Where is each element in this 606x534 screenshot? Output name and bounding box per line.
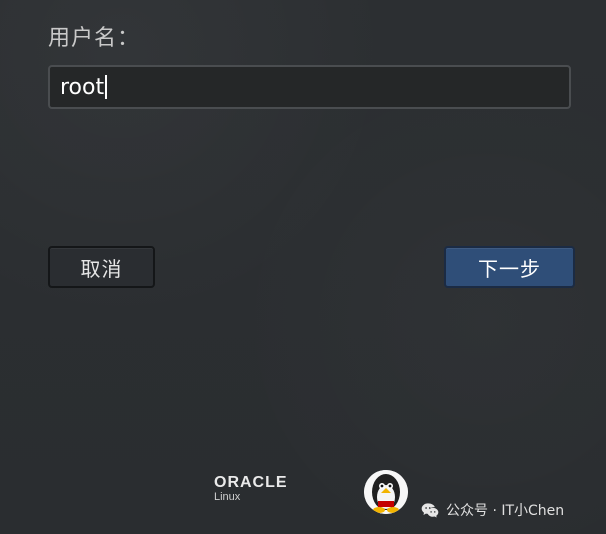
username-value: root (60, 74, 105, 100)
watermark: 公众号 · IT小Chen (420, 500, 564, 520)
oracle-linux-logo: ORACLE Linux (214, 474, 309, 514)
cancel-button[interactable]: 取消 (48, 246, 155, 288)
oracle-wordmark: ORACLE (214, 474, 288, 491)
linux-subtitle: Linux (214, 491, 241, 503)
text-cursor (105, 75, 108, 99)
username-input[interactable]: root (48, 65, 571, 109)
username-label: 用户名： (48, 26, 141, 51)
tux-icon (364, 470, 408, 514)
next-button[interactable]: 下一步 (444, 246, 575, 288)
wechat-icon (421, 503, 439, 518)
watermark-text: 公众号 · IT小Chen (446, 503, 565, 519)
